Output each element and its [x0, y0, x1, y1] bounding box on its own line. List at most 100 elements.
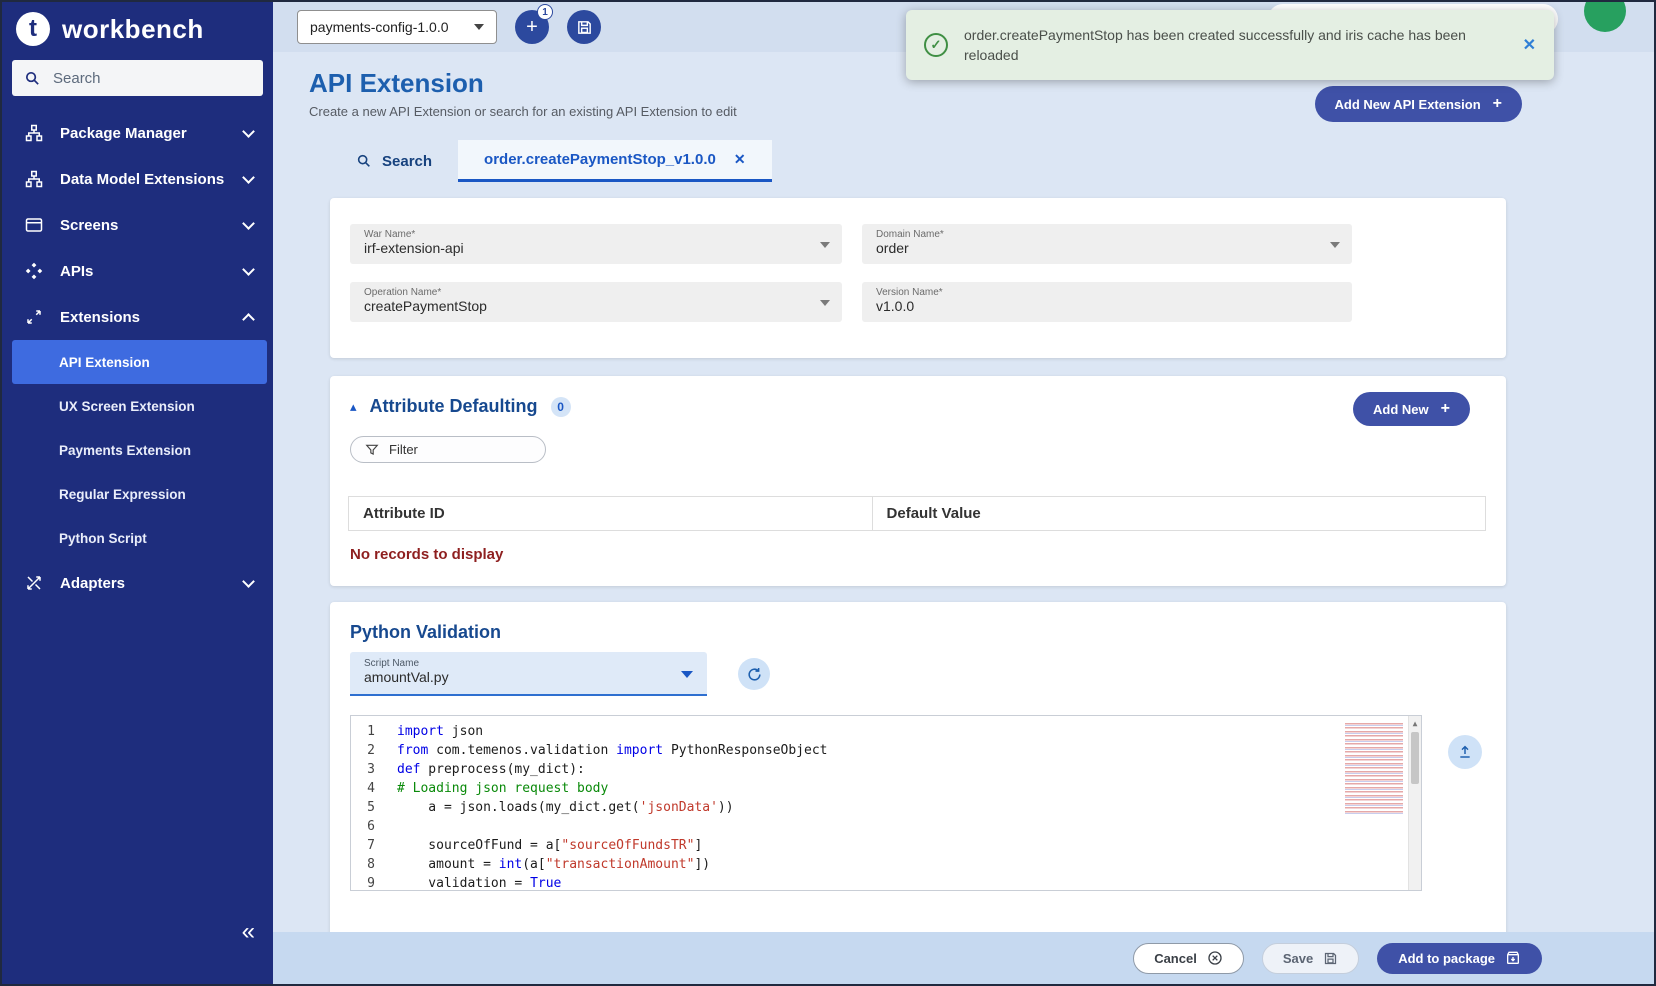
- sidebar-item-extensions[interactable]: Extensions: [2, 294, 273, 340]
- script-name-label: Script Name: [364, 658, 667, 669]
- sidebar-item-data-model-extensions[interactable]: Data Model Extensions: [2, 156, 273, 202]
- script-name-value: amountVal.py: [364, 669, 667, 685]
- operation-name-select[interactable]: Operation Name* createPaymentStop: [350, 282, 842, 322]
- sidebar-item-adapters[interactable]: Adapters: [2, 560, 273, 606]
- sidebar-item-screens[interactable]: Screens: [2, 202, 273, 248]
- code-line: 7 sourceOfFund = a["sourceOfFundsTR"]: [351, 836, 1421, 855]
- cancel-label: Cancel: [1154, 951, 1197, 966]
- code-text: sourceOfFund = a["sourceOfFundsTR"]: [397, 836, 702, 855]
- sidebar-subitem-api-extension[interactable]: API Extension: [12, 340, 267, 384]
- chevron-up-icon: [242, 313, 255, 326]
- search-placeholder: Search: [53, 70, 101, 87]
- new-package-badge: 1: [537, 4, 553, 20]
- operation-name-value: createPaymentStop: [364, 298, 812, 314]
- line-number: 1: [351, 722, 397, 741]
- chevron-down-icon: [681, 671, 693, 678]
- attribute-filter-input[interactable]: Filter: [350, 436, 546, 463]
- add-new-attribute-button[interactable]: Add New +: [1353, 392, 1470, 426]
- war-name-select[interactable]: War Name* irf-extension-api: [350, 224, 842, 264]
- tab-search[interactable]: Search: [330, 140, 458, 182]
- upload-icon: [1457, 744, 1473, 760]
- war-name-value: irf-extension-api: [364, 240, 812, 256]
- package-version-select[interactable]: payments-config-1.0.0: [297, 10, 497, 44]
- column-default-value: Default Value: [872, 497, 1485, 530]
- code-lines: 1import json2from com.temenos.validation…: [351, 716, 1421, 891]
- sidebar-item-label: Data Model Extensions: [60, 171, 228, 188]
- code-line: 5 a = json.loads(my_dict.get('jsonData')…: [351, 798, 1421, 817]
- tab-close-icon[interactable]: ✕: [734, 151, 746, 168]
- sidebar-subitem-python-script[interactable]: Python Script: [2, 516, 273, 560]
- version-name-value: v1.0.0: [876, 298, 1322, 314]
- domain-name-select[interactable]: Domain Name* order: [862, 224, 1352, 264]
- tab-search-label: Search: [382, 153, 432, 170]
- line-number: 9: [351, 874, 397, 891]
- sidebar-subitem-label: Payments Extension: [59, 443, 191, 458]
- line-number: 3: [351, 760, 397, 779]
- code-text: a = json.loads(my_dict.get('jsonData')): [397, 798, 734, 817]
- page-title: API Extension: [309, 68, 484, 99]
- chevron-down-icon: [474, 24, 484, 30]
- sidebar-subitem-ux-screen-extension[interactable]: UX Screen Extension: [2, 384, 273, 428]
- domain-name-label: Domain Name*: [876, 229, 1322, 240]
- new-package-button[interactable]: + 1: [515, 10, 549, 44]
- sidebar-item-package-manager[interactable]: Package Manager: [2, 110, 273, 156]
- sidebar-subitem-payments-extension[interactable]: Payments Extension: [2, 428, 273, 472]
- script-name-select[interactable]: Script Name amountVal.py: [350, 652, 707, 696]
- upload-script-button[interactable]: [1448, 735, 1482, 769]
- sidebar-subitem-label: Regular Expression: [59, 487, 186, 502]
- editor-minimap: [1345, 723, 1403, 815]
- temenos-logo-icon: t: [16, 12, 50, 46]
- search-icon: [356, 153, 372, 169]
- toast-close-icon[interactable]: ✕: [1523, 35, 1536, 55]
- scrollbar-thumb[interactable]: [1411, 732, 1419, 784]
- line-number: 6: [351, 817, 397, 836]
- code-text: from com.temenos.validation import Pytho…: [397, 741, 828, 760]
- package-version-value: payments-config-1.0.0: [310, 19, 449, 35]
- screens-icon: [24, 216, 44, 234]
- sidebar-item-label: Package Manager: [60, 125, 228, 142]
- sidebar-collapse-icon[interactable]: «: [242, 920, 255, 944]
- code-text: validation = True: [397, 874, 561, 891]
- save-package-button[interactable]: [567, 10, 601, 44]
- add-new-api-extension-label: Add New API Extension: [1335, 97, 1481, 112]
- extensions-icon: [24, 308, 44, 326]
- python-validation-title: Python Validation: [350, 622, 501, 643]
- add-new-api-extension-button[interactable]: Add New API Extension +: [1315, 86, 1523, 122]
- app-root: t workbench Search Package Manager Data …: [0, 0, 1656, 986]
- refresh-script-button[interactable]: [738, 658, 770, 690]
- code-text: def preprocess(my_dict):: [397, 760, 585, 779]
- code-line: 2from com.temenos.validation import Pyth…: [351, 741, 1421, 760]
- plus-icon: +: [526, 16, 538, 39]
- save-icon: [576, 19, 593, 36]
- tab-order-createpaymentstop[interactable]: order.createPaymentStop_v1.0.0 ✕: [458, 140, 772, 182]
- line-number: 5: [351, 798, 397, 817]
- tab-active-label: order.createPaymentStop_v1.0.0: [484, 151, 716, 168]
- save-button[interactable]: Save: [1262, 943, 1359, 974]
- add-to-package-button[interactable]: Add to package: [1377, 943, 1542, 974]
- scrollbar-up-arrow-icon[interactable]: ▲: [1409, 716, 1421, 730]
- toast-message: order.createPaymentStop has been created…: [964, 25, 1507, 66]
- sidebar-search-input[interactable]: Search: [12, 60, 263, 96]
- add-to-package-label: Add to package: [1398, 951, 1495, 966]
- sidebar-item-apis[interactable]: APIs: [2, 248, 273, 294]
- filter-label: Filter: [389, 442, 418, 457]
- code-line: 9 validation = True: [351, 874, 1421, 891]
- code-line: 6: [351, 817, 1421, 836]
- section-collapse-icon[interactable]: ▴: [350, 399, 357, 415]
- attribute-defaulting-title: Attribute Defaulting: [370, 396, 538, 417]
- cancel-button[interactable]: Cancel: [1133, 943, 1244, 974]
- version-name-field[interactable]: Version Name* v1.0.0: [862, 282, 1352, 322]
- editor-scrollbar[interactable]: ▲: [1408, 716, 1421, 890]
- chevron-down-icon: [242, 171, 255, 184]
- sidebar-subitem-regular-expression[interactable]: Regular Expression: [2, 472, 273, 516]
- domain-name-value: order: [876, 240, 1322, 256]
- python-code-editor[interactable]: 1import json2from com.temenos.validation…: [350, 715, 1422, 891]
- save-icon: [1323, 951, 1338, 966]
- line-number: 7: [351, 836, 397, 855]
- success-check-icon: ✓: [924, 33, 948, 57]
- sidebar-subitem-label: API Extension: [59, 355, 150, 370]
- war-name-label: War Name*: [364, 229, 812, 240]
- logo-text: workbench: [62, 14, 204, 45]
- filter-icon: [365, 443, 379, 457]
- chevron-down-icon: [1330, 242, 1340, 248]
